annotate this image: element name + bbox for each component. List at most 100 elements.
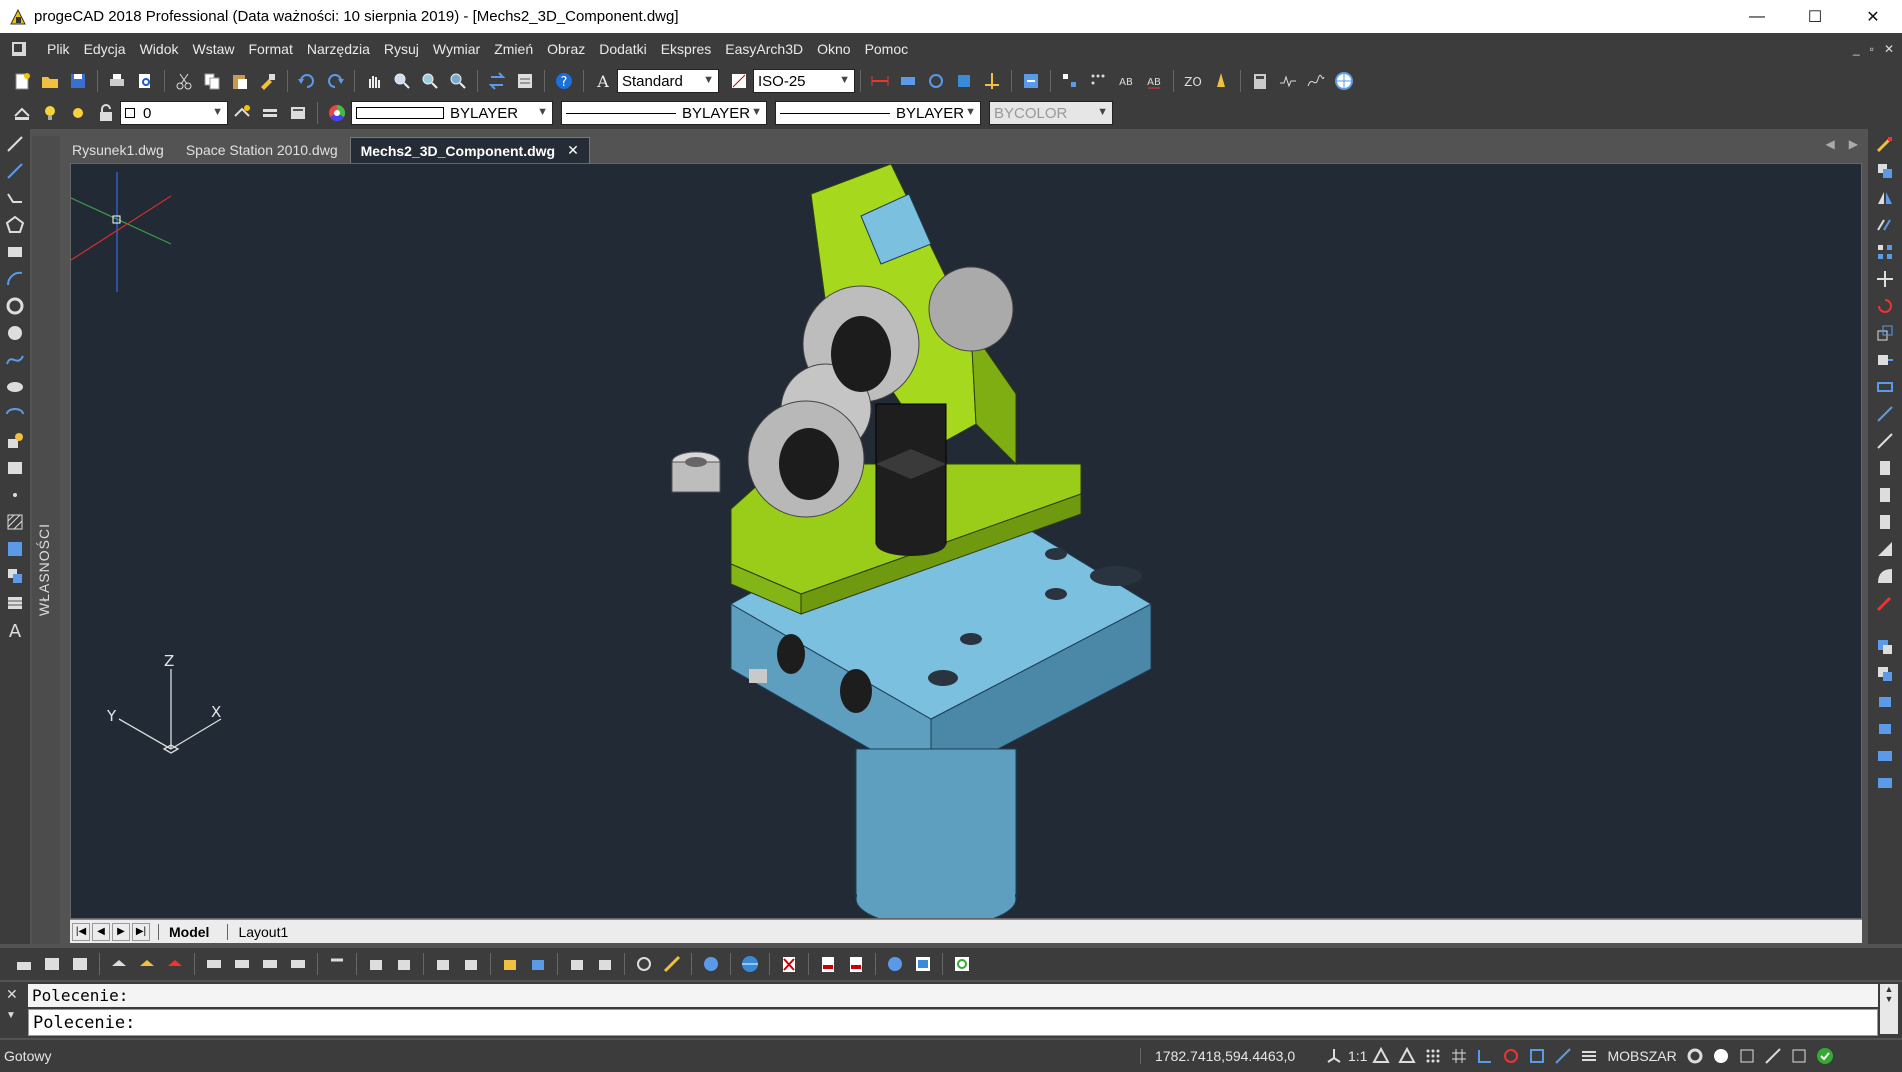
light-icon[interactable] [431, 952, 455, 976]
check-status-icon[interactable] [1813, 1044, 1837, 1068]
tab-layout1[interactable]: Layout1 [227, 923, 298, 940]
scroll-down-icon[interactable]: ▼ [1880, 994, 1898, 1004]
revolve-icon[interactable] [593, 952, 617, 976]
globe-icon[interactable] [1332, 69, 1356, 93]
table-tool-icon[interactable] [3, 591, 27, 615]
object-snap-icon[interactable] [1525, 1044, 1549, 1068]
solid-wedge-icon[interactable] [526, 952, 550, 976]
layout-next-button[interactable]: ▶ [112, 922, 130, 941]
linetype-select[interactable]: BYLAYER ▼ [561, 101, 767, 125]
new-file-icon[interactable] [10, 69, 34, 93]
regen-icon[interactable] [485, 69, 509, 93]
drawing-viewport[interactable]: Z Y X [70, 163, 1862, 919]
copy-object-icon[interactable] [1873, 159, 1897, 183]
dim-edit-icon[interactable] [952, 69, 976, 93]
se-iso-icon[interactable] [230, 952, 254, 976]
tab-scroll-right-icon[interactable]: ▶ [1849, 137, 1858, 151]
material-icon[interactable] [459, 952, 483, 976]
lineweight-display-icon[interactable] [1577, 1044, 1601, 1068]
hatch-back-icon[interactable] [1873, 770, 1897, 794]
save-icon[interactable] [66, 69, 90, 93]
menu-rysuj[interactable]: Rysuj [377, 41, 426, 57]
make-block-icon[interactable] [3, 456, 27, 480]
gradient-tool-icon[interactable] [3, 537, 27, 561]
find-replace-icon[interactable]: AB [1142, 69, 1166, 93]
properties-panel-collapsed[interactable]: WŁASNOŚCI [32, 136, 60, 944]
region-tool-icon[interactable] [3, 564, 27, 588]
spline-tool-icon[interactable] [3, 348, 27, 372]
view-bottom-icon[interactable] [40, 952, 64, 976]
move-icon[interactable] [1873, 267, 1897, 291]
redo-icon[interactable] [323, 69, 347, 93]
menu-okno[interactable]: Okno [810, 41, 857, 57]
insert-block-icon[interactable] [3, 429, 27, 453]
layer-thaw-icon[interactable] [66, 101, 90, 125]
measure-icon[interactable] [1209, 69, 1233, 93]
menu-dodatki[interactable]: Dodatki [592, 41, 653, 57]
grid-dots-icon[interactable] [1086, 69, 1110, 93]
close-command-icon[interactable]: ✕ [6, 986, 18, 1003]
tab-scroll-left-icon[interactable]: ◀ [1826, 137, 1835, 151]
settings-gear-icon[interactable] [1683, 1044, 1707, 1068]
spell-check-icon[interactable]: AB [1114, 69, 1138, 93]
menu-wymiar[interactable]: Wymiar [426, 41, 487, 57]
line-tool-icon[interactable] [3, 132, 27, 156]
document-icon[interactable] [10, 40, 28, 58]
draworder-above-icon[interactable] [1873, 689, 1897, 713]
polygon-tool-icon[interactable] [3, 213, 27, 237]
tab-space-station[interactable]: Space Station 2010.dwg [176, 137, 348, 163]
menu-plik[interactable]: Plik [40, 41, 77, 57]
orbit-icon[interactable] [325, 952, 349, 976]
quick-properties-icon[interactable] [1735, 1044, 1759, 1068]
lengthen-icon[interactable] [1873, 375, 1897, 399]
doc-close-button[interactable]: ✕ [1884, 42, 1894, 56]
radius-dim-icon[interactable] [924, 69, 948, 93]
minimize-button[interactable]: — [1728, 0, 1786, 33]
ifc-icon[interactable] [911, 952, 935, 976]
undo-icon[interactable] [295, 69, 319, 93]
calculator-icon[interactable] [1248, 69, 1272, 93]
selection-cycling-icon[interactable] [1787, 1044, 1811, 1068]
tab-mechs2[interactable]: Mechs2_3D_Component.dwg ✕ [349, 137, 590, 163]
menu-ekspres[interactable]: Ekspres [654, 41, 719, 57]
pan-icon[interactable] [362, 69, 386, 93]
print-preview-icon[interactable] [133, 69, 157, 93]
match-properties-icon[interactable] [256, 69, 280, 93]
fillet-icon[interactable] [1873, 537, 1897, 561]
command-input[interactable]: Polecenie: [28, 1009, 1878, 1036]
sw-iso-icon[interactable] [202, 952, 226, 976]
color-wheel-icon[interactable] [325, 101, 349, 125]
explode-icon[interactable] [1873, 591, 1897, 615]
menu-narzedzia[interactable]: Narzędzia [300, 41, 377, 57]
zoom-extents-icon[interactable] [446, 69, 470, 93]
mirror-icon[interactable] [1873, 186, 1897, 210]
scale-icon[interactable] [1873, 321, 1897, 345]
ray-tool-icon[interactable] [3, 159, 27, 183]
pdf-export-icon[interactable] [777, 952, 801, 976]
menu-obraz[interactable]: Obraz [540, 41, 592, 57]
make-current-layer-icon[interactable] [230, 101, 254, 125]
menu-format[interactable]: Format [242, 41, 300, 57]
menu-zmien[interactable]: Zmień [487, 41, 540, 57]
color-select[interactable]: BYLAYER ▼ [351, 101, 553, 125]
zoom-scale-icon[interactable]: ZO [1181, 69, 1205, 93]
chamfer-icon[interactable] [1873, 510, 1897, 534]
ellipse-arc-tool-icon[interactable] [3, 402, 27, 426]
ordinate-dim-icon[interactable] [980, 69, 1004, 93]
extend-icon[interactable] [1873, 429, 1897, 453]
coordinate-readout[interactable]: 1782.7418,594.4463,0 [1140, 1048, 1295, 1064]
view-top-icon[interactable] [12, 952, 36, 976]
section-icon[interactable] [632, 952, 656, 976]
annotation-scale-value[interactable]: 1:1 [1348, 1048, 1367, 1064]
rectangle-tool-icon[interactable] [3, 240, 27, 264]
ne-iso-icon[interactable] [258, 952, 282, 976]
annotation-visibility-icon[interactable] [1369, 1044, 1393, 1068]
extrude-icon[interactable] [565, 952, 589, 976]
slice-icon[interactable] [660, 952, 684, 976]
block-icon[interactable] [1019, 69, 1043, 93]
zoom-realtime-icon[interactable] [390, 69, 414, 93]
menu-easyarch3d[interactable]: EasyArch3D [718, 41, 810, 57]
object-snap-tracking-icon[interactable] [1551, 1044, 1575, 1068]
close-tab-icon[interactable]: ✕ [567, 142, 579, 159]
grid-display-icon[interactable] [1447, 1044, 1471, 1068]
